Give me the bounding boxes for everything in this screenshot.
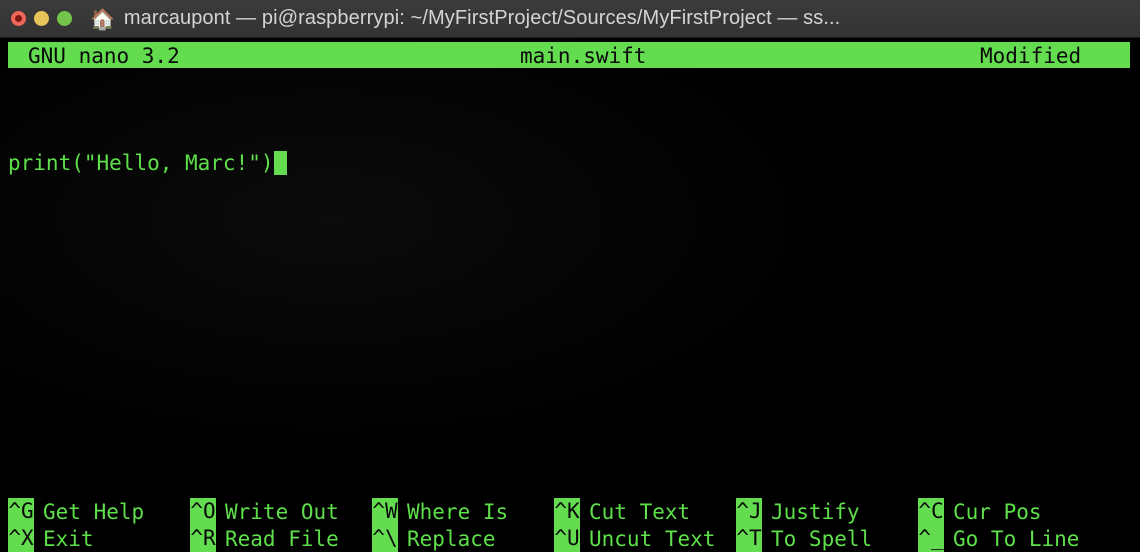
shortcut-replace[interactable]: ^\ Replace bbox=[372, 525, 496, 552]
house-icon: 🏠 bbox=[90, 6, 115, 31]
nano-modified-status: Modified bbox=[980, 44, 1082, 68]
shortcut-key-cut-text: ^K bbox=[554, 498, 580, 525]
shortcut-key-to-spell: ^T bbox=[736, 525, 762, 552]
close-button[interactable] bbox=[11, 11, 26, 26]
shortcut-label-cur-pos: Cur Pos bbox=[953, 499, 1042, 524]
shortcut-cut-text[interactable]: ^K Cut Text bbox=[554, 498, 690, 525]
nano-editor-buffer[interactable]: print("Hello, Marc!") bbox=[8, 98, 1132, 478]
shortcut-write-out[interactable]: ^O Write Out bbox=[190, 498, 339, 525]
window-title: marcaupont — pi@raspberrypi: ~/MyFirstPr… bbox=[123, 7, 841, 29]
shortcut-row-1: ^G Get Help ^O Write Out ^W Where Is ^K … bbox=[0, 498, 1140, 525]
shortcut-key-get-help: ^G bbox=[8, 498, 34, 525]
shortcut-label-read-file: Read File bbox=[225, 526, 339, 551]
shortcut-justify[interactable]: ^J Justify bbox=[736, 498, 860, 525]
shortcut-uncut-text[interactable]: ^U Uncut Text bbox=[554, 525, 715, 552]
shortcut-label-where-is: Where Is bbox=[407, 499, 509, 524]
shortcut-where-is[interactable]: ^W Where Is bbox=[372, 498, 508, 525]
shortcut-key-go-to-line: ^_ bbox=[918, 525, 944, 552]
shortcut-key-write-out: ^O bbox=[190, 498, 216, 525]
terminal-window: 🏠 marcaupont — pi@raspberrypi: ~/MyFirst… bbox=[0, 0, 1140, 552]
nano-filename-label: main.swift bbox=[520, 44, 647, 68]
shortcut-label-to-spell: To Spell bbox=[771, 526, 873, 551]
shortcut-cur-pos[interactable]: ^C Cur Pos bbox=[918, 498, 1042, 525]
shortcut-key-uncut-text: ^U bbox=[554, 525, 580, 552]
shortcut-key-cur-pos: ^C bbox=[918, 498, 944, 525]
shortcut-exit[interactable]: ^X Exit bbox=[8, 525, 94, 552]
minimize-button[interactable] bbox=[34, 11, 49, 26]
shortcut-label-exit: Exit bbox=[43, 526, 94, 551]
shortcut-label-write-out: Write Out bbox=[225, 499, 339, 524]
window-controls bbox=[11, 11, 72, 26]
shortcut-key-exit: ^X bbox=[8, 525, 34, 552]
shortcut-key-justify: ^J bbox=[736, 498, 762, 525]
shortcut-to-spell[interactable]: ^T To Spell bbox=[736, 525, 872, 552]
window-titlebar: 🏠 marcaupont — pi@raspberrypi: ~/MyFirst… bbox=[0, 0, 1140, 38]
shortcut-key-read-file: ^R bbox=[190, 525, 216, 552]
maximize-button[interactable] bbox=[57, 11, 72, 26]
nano-titlebar: GNU nano 3.2 main.swift Modified bbox=[8, 42, 1130, 68]
shortcut-key-where-is: ^W bbox=[372, 498, 398, 525]
shortcut-get-help[interactable]: ^G Get Help bbox=[8, 498, 144, 525]
shortcut-label-get-help: Get Help bbox=[43, 499, 145, 524]
terminal-body[interactable]: GNU nano 3.2 main.swift Modified print("… bbox=[0, 38, 1140, 552]
shortcut-go-to-line[interactable]: ^_ Go To Line bbox=[918, 525, 1079, 552]
nano-version-label: GNU nano 3.2 bbox=[28, 44, 180, 68]
code-line-1-text: print("Hello, Marc!") bbox=[8, 151, 274, 175]
shortcut-label-uncut-text: Uncut Text bbox=[589, 526, 716, 551]
shortcut-label-justify: Justify bbox=[771, 499, 860, 524]
shortcut-key-replace: ^\ bbox=[372, 525, 398, 552]
code-line-1[interactable]: print("Hello, Marc!") bbox=[8, 150, 1132, 176]
shortcut-label-go-to-line: Go To Line bbox=[953, 526, 1080, 551]
shortcut-label-cut-text: Cut Text bbox=[589, 499, 691, 524]
shortcut-label-replace: Replace bbox=[407, 526, 496, 551]
shortcut-row-2: ^X Exit ^R Read File ^\ Replace ^U Uncut… bbox=[0, 525, 1140, 552]
nano-shortcut-bar: ^G Get Help ^O Write Out ^W Where Is ^K … bbox=[0, 498, 1140, 552]
text-cursor bbox=[273, 151, 287, 175]
shortcut-read-file[interactable]: ^R Read File bbox=[190, 525, 339, 552]
